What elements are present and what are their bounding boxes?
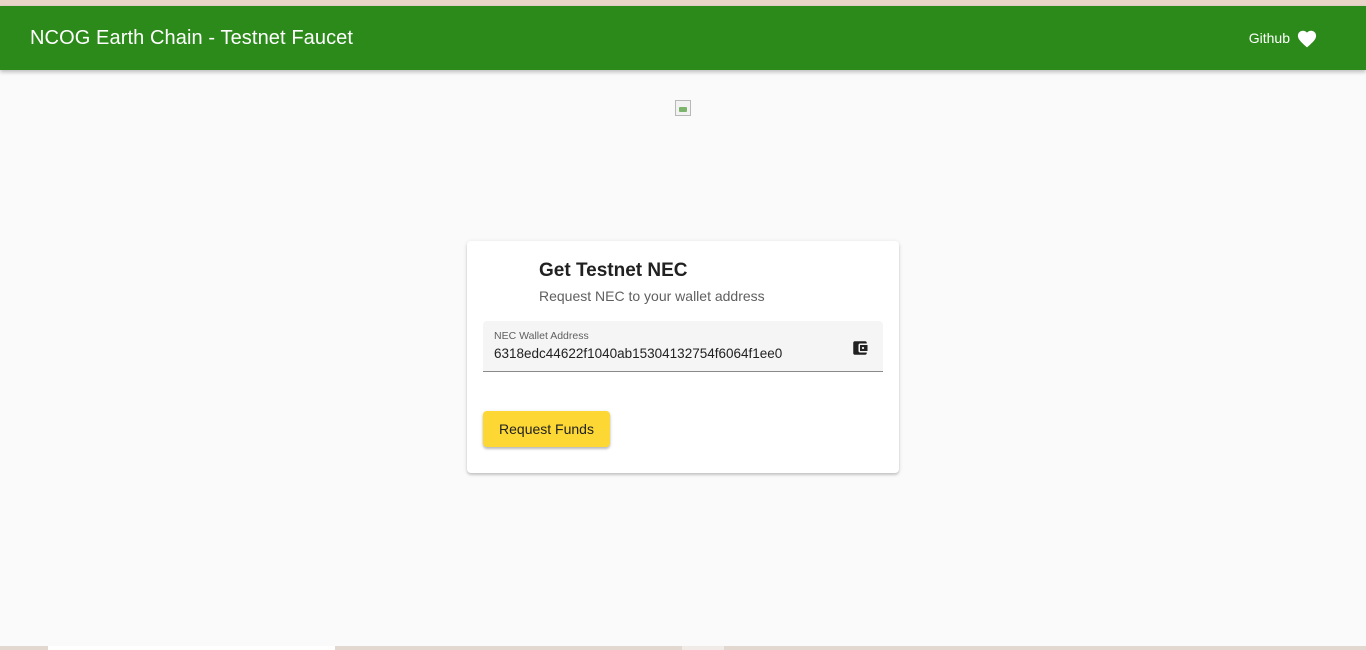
heart-icon: [1296, 28, 1318, 48]
github-label: Github: [1248, 30, 1290, 46]
wallet-address-field: NEC Wallet Address: [483, 321, 883, 372]
wallet-address-input[interactable]: [493, 343, 845, 363]
request-funds-button[interactable]: Request Funds: [483, 411, 610, 447]
wallet-address-label: NEC Wallet Address: [494, 330, 589, 342]
app-title: NCOG Earth Chain - Testnet Faucet: [30, 26, 354, 49]
bottom-mark: [682, 646, 724, 650]
wallet-icon[interactable]: [851, 339, 869, 357]
card-title: Get Testnet NEC: [539, 260, 688, 281]
card-subtitle: Request NEC to your wallet address: [539, 288, 765, 304]
broken-image-icon: [675, 100, 691, 116]
github-link[interactable]: Github: [1249, 28, 1318, 48]
bottom-tab: [48, 646, 335, 650]
faucet-card: Get Testnet NEC Request NEC to your wall…: [467, 241, 899, 473]
app-toolbar: NCOG Earth Chain - Testnet Faucet Github: [0, 6, 1366, 70]
